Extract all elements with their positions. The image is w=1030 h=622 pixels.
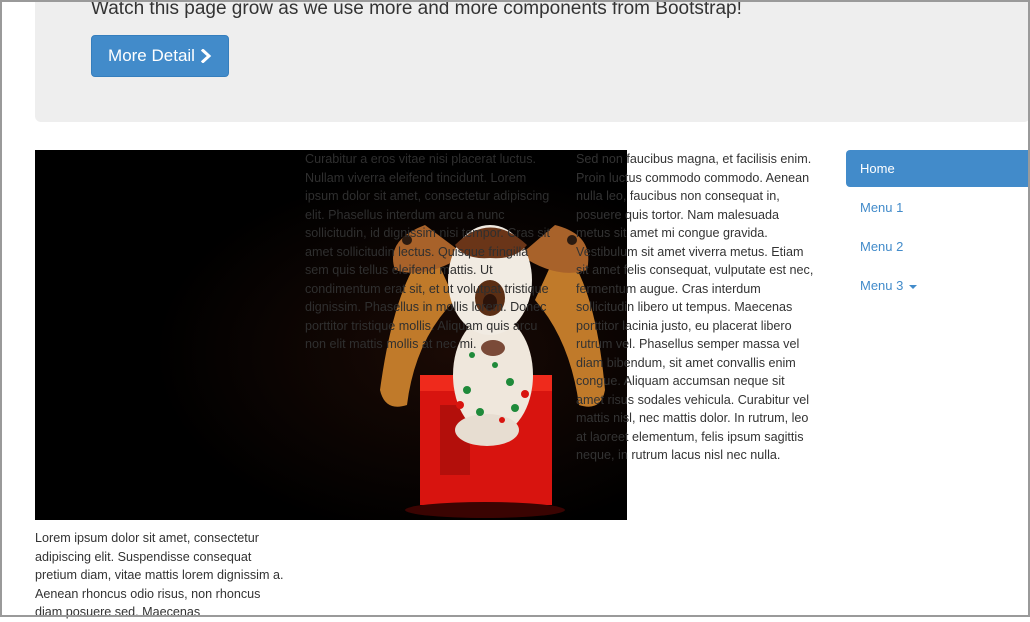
nav-link-menu-3[interactable]: Menu 3 (846, 267, 1030, 304)
text-column-2: Sed non faucibus magna, et facilisis eni… (576, 152, 814, 462)
nav-link-menu-2[interactable]: Menu 2 (846, 228, 1030, 265)
nav-link-menu-1[interactable]: Menu 1 (846, 189, 1030, 226)
jumbotron-text: Watch this page grow as we use more and … (91, 0, 742, 19)
nav-item-menu-3: Menu 3 (846, 267, 1030, 304)
chevron-right-icon (200, 49, 212, 63)
text-column-1: Curabitur a eros vitae nisi placerat luc… (305, 152, 550, 351)
nav-link-menu-3-label: Menu 3 (860, 278, 904, 293)
nav-item-home: Home (846, 150, 1030, 187)
nav-item-menu-1: Menu 1 (846, 189, 1030, 226)
nav-link-home[interactable]: Home (846, 150, 1030, 187)
more-detail-label: More Detail (108, 46, 195, 65)
more-detail-button[interactable]: More Detail (91, 35, 229, 77)
caret-down-icon (909, 284, 918, 289)
side-nav: Home Menu 1 Menu 2 Menu 3 (846, 150, 1030, 306)
nav-item-menu-2: Menu 2 (846, 228, 1030, 265)
text-column-3: Lorem ipsum dolor sit amet, consectetur … (35, 531, 284, 619)
